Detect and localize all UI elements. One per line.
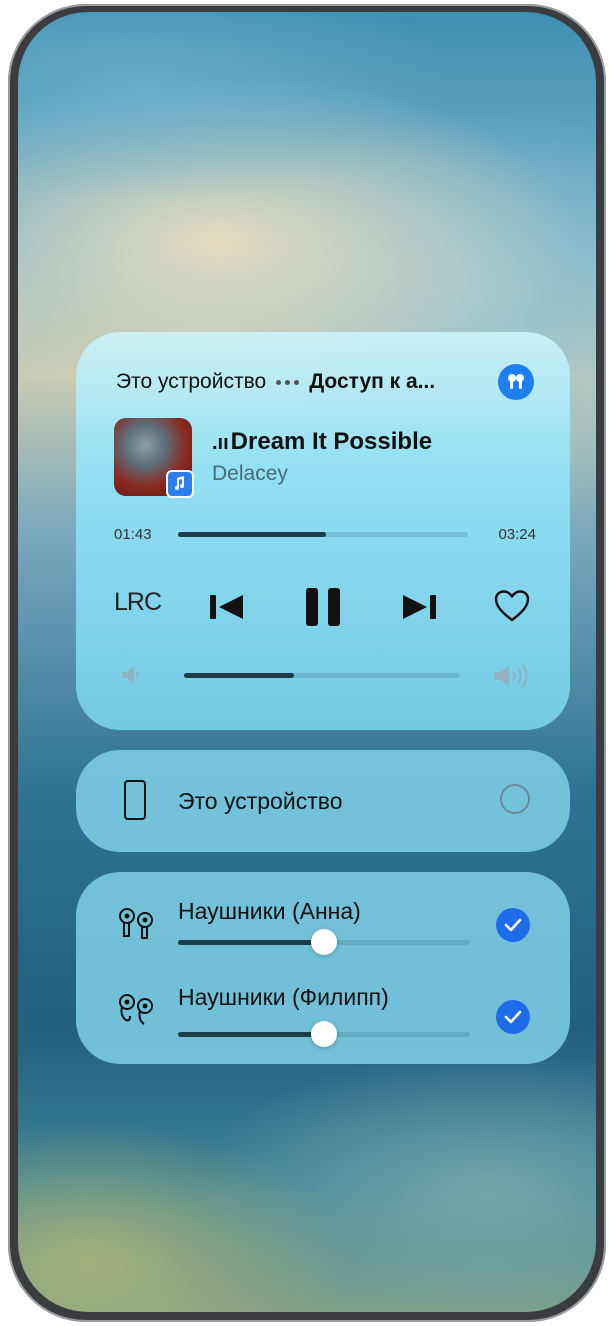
media-volume-fill	[184, 673, 295, 678]
phone-icon	[124, 780, 146, 820]
this-device-card[interactable]: Это устройство	[76, 750, 570, 852]
volume-high-icon	[492, 664, 532, 693]
music-app-icon	[166, 470, 194, 498]
progress-fill	[178, 532, 326, 537]
headphones-anna-volume-fill	[178, 940, 324, 945]
this-device-label: Это устройство	[178, 788, 343, 814]
artist-name: Delacey	[212, 462, 288, 485]
route-dots-icon	[276, 379, 300, 385]
phone-frame: Это устройство Доступ к а... .ııDream It…	[8, 4, 606, 1322]
elapsed-time: 01:43	[114, 526, 152, 543]
volume-low-icon	[120, 664, 142, 691]
media-volume-slider[interactable]	[184, 673, 460, 678]
duration-time: 03:24	[498, 526, 536, 543]
headphones-anna-label: Наушники (Анна)	[178, 898, 361, 924]
home-screen: Это устройство Доступ к а... .ııDream It…	[18, 12, 596, 1312]
song-title-text: Dream It Possible	[230, 428, 433, 455]
headphones-anna-volume-knob[interactable]	[311, 929, 337, 955]
headphones-philipp-volume-knob[interactable]	[311, 1021, 337, 1047]
target-device-label: Доступ к а...	[309, 370, 436, 393]
media-card: Это устройство Доступ к а... .ııDream It…	[76, 332, 570, 730]
headphones-philipp-label: Наушники (Филипп)	[178, 984, 389, 1010]
check-icon[interactable]	[496, 1000, 530, 1034]
airpods-icon[interactable]	[498, 364, 534, 400]
lyrics-button[interactable]: LRC	[114, 588, 162, 617]
next-icon[interactable]	[402, 594, 436, 625]
pause-icon[interactable]	[306, 588, 340, 631]
check-icon[interactable]	[496, 908, 530, 942]
headphones-card: Наушники (Анна) Наушники (Филипп)	[76, 872, 570, 1064]
source-device-label: Это устройство	[116, 370, 267, 393]
headphones-philipp-volume-fill	[178, 1032, 324, 1037]
playing-bars-icon: .ıı	[212, 432, 229, 454]
earbuds-round-icon	[116, 992, 156, 1031]
audio-route-row[interactable]: Это устройство Доступ к а...	[116, 362, 540, 402]
this-device-radio[interactable]	[500, 784, 530, 814]
progress-bar[interactable]	[178, 532, 468, 537]
song-title: .ııDream It Possible	[212, 428, 432, 456]
previous-icon[interactable]	[210, 594, 244, 625]
heart-icon[interactable]	[494, 590, 530, 627]
earbuds-stem-icon	[116, 906, 156, 945]
